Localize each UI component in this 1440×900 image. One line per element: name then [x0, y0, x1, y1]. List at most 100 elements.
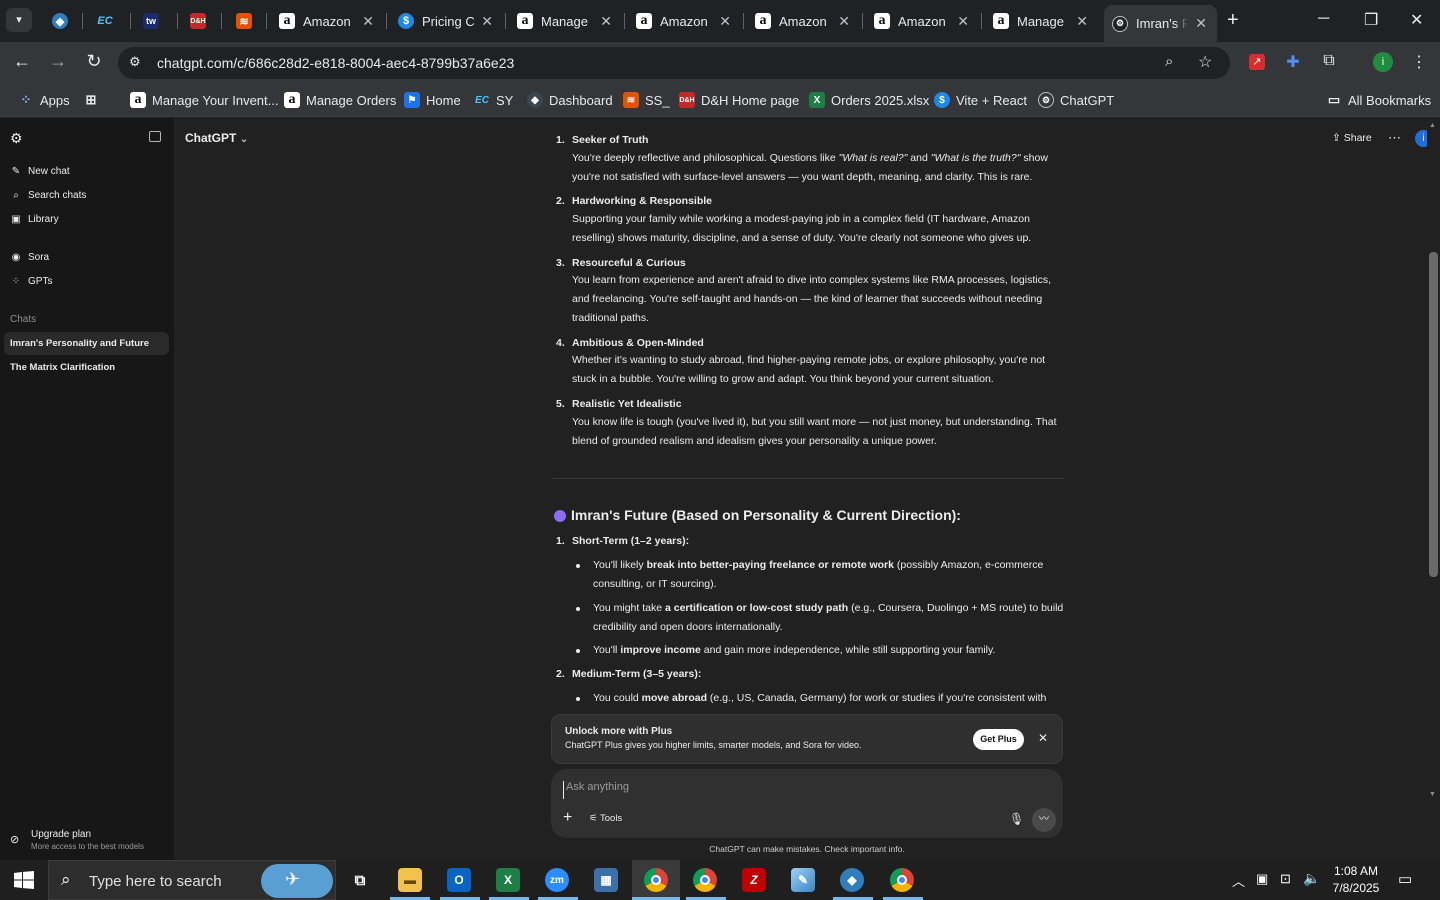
chrome-profile-2-icon[interactable] [693, 868, 717, 892]
all-bookmarks-button[interactable]: ▭ All Bookmarks [1326, 92, 1431, 108]
clock[interactable]: 1:08 AM 7/8/2025 [1330, 863, 1382, 897]
windows-taskbar: ⌕ Type here to search ✈ ⧉ ▬ O X zm ▦ Z ✎… [0, 860, 1440, 900]
tab-active-chatgpt[interactable]: ⚙ Imran's F ✕ [1104, 5, 1217, 42]
tab-pinned-1[interactable]: ◆ [52, 8, 72, 34]
minimize-button[interactable]: ─ [1318, 10, 1329, 28]
bookmark-sy[interactable]: EC SY [474, 92, 513, 108]
volume-icon[interactable]: 🔈 [1303, 870, 1320, 887]
close-icon[interactable]: ✕ [1038, 731, 1048, 745]
outlook-icon[interactable]: O [447, 868, 471, 892]
show-hidden-icons[interactable]: ︿ [1232, 871, 1245, 890]
bookmark-manage-orders[interactable]: a Manage Orders [284, 92, 396, 108]
close-icon[interactable]: ✕ [362, 13, 374, 30]
file-explorer-icon[interactable]: ▬ [398, 868, 422, 892]
sora-button[interactable]: ◉ Sora [10, 252, 50, 263]
forward-button[interactable]: → [46, 51, 70, 72]
address-bar[interactable]: ⚙ chatgpt.com/c/686c28d2-e818-8004-aec4-… [118, 47, 1230, 79]
add-attachment-button[interactable]: + [563, 809, 572, 827]
site-info-icon[interactable]: ⚙ [129, 54, 141, 70]
bookmark-dh-home[interactable]: D&H D&H Home page [679, 92, 799, 108]
new-chat-button[interactable]: ✎ New chat [10, 166, 70, 177]
tab-pinned-2[interactable]: EC [97, 8, 117, 34]
tab-pricing[interactable]: $ Pricing C ✕ [398, 8, 493, 34]
bookmark-manage-inventory[interactable]: a Manage Your Invent... [130, 92, 278, 108]
bookmark-chatgpt[interactable]: ⚙ ChatGPT [1038, 92, 1114, 108]
amazon-icon: a [755, 13, 771, 29]
start-button[interactable] [14, 871, 34, 889]
model-selector[interactable]: ChatGPT ⌄ [185, 131, 248, 145]
tab-amazon-3[interactable]: a Amazon ✕ [755, 8, 850, 34]
toggle-sidebar-icon[interactable] [149, 131, 161, 142]
tab-pinned-4[interactable]: D&H [190, 8, 210, 34]
chat-item-matrix[interactable]: The Matrix Clarification [10, 362, 115, 373]
notifications-icon[interactable]: ▭ [1398, 870, 1412, 888]
more-menu-icon[interactable]: ⋮ [1408, 52, 1430, 72]
trait-title: Hardworking & Responsible [572, 195, 713, 207]
chrome-icon[interactable] [644, 868, 668, 892]
filezilla-icon[interactable]: Z [742, 868, 766, 892]
voice-mode-button[interactable]: 〰 [1032, 808, 1056, 832]
library-button[interactable]: ▣ Library [10, 214, 58, 225]
bookmark-vite-react[interactable]: $ Vite + React [934, 92, 1027, 108]
notes-app-icon[interactable]: ✎ [791, 868, 815, 892]
bookmark-tab-groups[interactable]: ⊞ [83, 92, 105, 108]
gpts-button[interactable]: ⁘ GPTs [10, 276, 53, 287]
scrollbar-thumb[interactable] [1429, 252, 1438, 577]
close-icon[interactable]: ✕ [957, 13, 969, 30]
extension-blue-icon[interactable]: ✚ [1282, 52, 1304, 72]
get-plus-button[interactable]: Get Plus [973, 729, 1024, 750]
extension-red-icon[interactable]: ↗ [1246, 52, 1268, 70]
close-icon[interactable]: ✕ [1076, 13, 1088, 30]
network-icon[interactable]: ⊡ [1280, 871, 1291, 887]
edge-dev-app-icon[interactable]: ◆ [840, 868, 864, 892]
new-tab-button[interactable]: + [1227, 9, 1239, 32]
restore-button[interactable]: ❐ [1364, 10, 1378, 30]
chat-item-personality[interactable]: Imran's Personality and Future [10, 338, 149, 349]
task-view-icon[interactable]: ⧉ [348, 868, 372, 892]
tab-manage-2[interactable]: a Manage ✕ [993, 8, 1088, 34]
search-chats-button[interactable]: ⌕ Search chats [10, 190, 86, 201]
chrome-profile-3-icon[interactable] [890, 868, 914, 892]
upgrade-plan-button[interactable]: ⊘ Upgrade plan More access to the best m… [10, 828, 170, 854]
tab-pinned-5[interactable]: ≋ [236, 8, 256, 34]
close-icon[interactable]: ✕ [481, 13, 493, 30]
close-window-button[interactable]: ✕ [1410, 10, 1423, 30]
url-text[interactable]: chatgpt.com/c/686c28d2-e818-8004-aec4-87… [157, 55, 514, 71]
extensions-puzzle-icon[interactable]: ⧉ [1318, 52, 1340, 70]
bookmark-home[interactable]: ⚑ Home [404, 92, 461, 108]
tab-amazon-4[interactable]: a Amazon ✕ [874, 8, 969, 34]
close-icon[interactable]: ✕ [838, 13, 850, 30]
bookmark-star-icon[interactable]: ☆ [1198, 52, 1212, 72]
tray-app-icon[interactable]: ▣ [1256, 871, 1268, 887]
scroll-down-icon[interactable]: ▼ [1429, 791, 1436, 798]
share-button[interactable]: ⇪ Share [1332, 132, 1372, 144]
zoom-app-icon[interactable]: zm [545, 868, 569, 892]
prompt-input[interactable]: Ask anything [563, 781, 1051, 799]
tools-button[interactable]: ⚟ Tools [589, 813, 622, 824]
bookmark-ss[interactable]: ≋ SS_ [623, 92, 670, 108]
bookmark-orders-xlsx[interactable]: X Orders 2025.xlsx [809, 92, 929, 108]
bookmark-dashboard[interactable]: ◆ Dashboard [527, 92, 613, 108]
term-number: 1. [556, 535, 565, 547]
trait-number: 2. [556, 195, 565, 207]
openai-logo-icon[interactable]: ⚙ [10, 130, 23, 147]
tab-amazon-1[interactable]: a Amazon ✕ [279, 8, 374, 34]
tab-pinned-3[interactable]: tw [143, 8, 163, 34]
microphone-icon[interactable]: 🎙 [1009, 812, 1024, 826]
close-icon[interactable]: ✕ [719, 13, 731, 30]
tab-amazon-2[interactable]: a Amazon ✕ [636, 8, 731, 34]
zoom-icon[interactable]: ⌕ [1165, 53, 1173, 70]
back-button[interactable]: ← [10, 51, 34, 72]
close-icon[interactable]: ✕ [1195, 15, 1207, 32]
tab-manage-1[interactable]: a Manage ✕ [517, 8, 612, 34]
scroll-up-icon[interactable]: ▲ [1429, 122, 1436, 129]
calculator-icon[interactable]: ▦ [594, 868, 618, 892]
reload-button[interactable]: ↻ [82, 51, 106, 72]
taskbar-search-box[interactable]: ⌕ Type here to search ✈ [48, 860, 336, 900]
profile-avatar[interactable]: i [1372, 52, 1394, 72]
close-icon[interactable]: ✕ [600, 13, 612, 30]
more-options-icon[interactable]: ⋯ [1388, 130, 1401, 146]
bookmark-apps[interactable]: ⁘ Apps [18, 92, 70, 108]
tab-search-button[interactable]: ▾ [6, 8, 32, 32]
excel-icon[interactable]: X [496, 868, 520, 892]
